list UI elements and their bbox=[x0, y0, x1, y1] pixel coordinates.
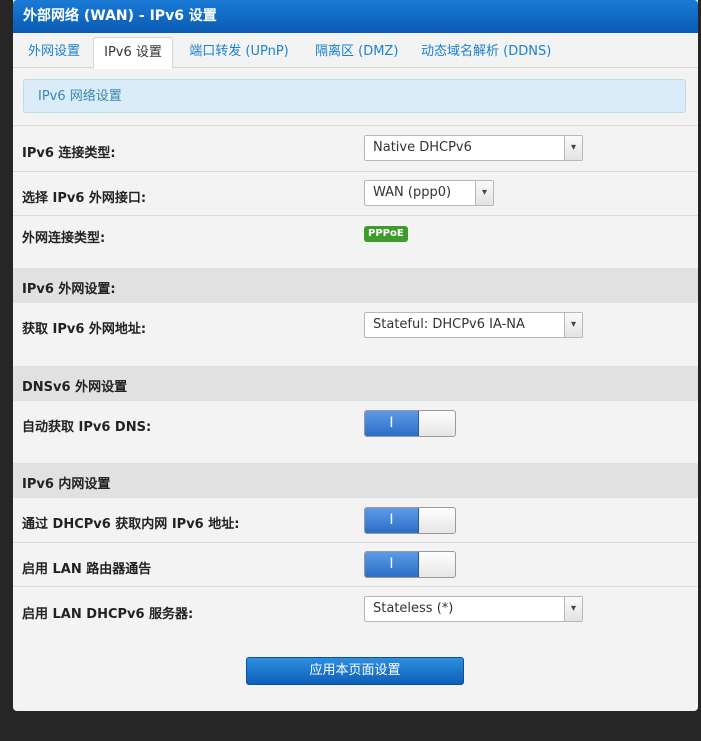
auto-dns-toggle[interactable]: I bbox=[364, 410, 456, 437]
wan-iface-label: 选择 IPv6 外网接口: bbox=[22, 191, 147, 206]
chevron-down-icon: ▾ bbox=[564, 136, 582, 160]
tab-ddns[interactable]: 动态域名解析 (DDNS) bbox=[421, 37, 551, 67]
section-dnsv6-title: DNSv6 外网设置 bbox=[22, 380, 128, 395]
row-lan-ra: 启用 LAN 路由器通告 I bbox=[13, 542, 698, 586]
wan-ipv6-panel: 外部网络 (WAN) - IPv6 设置 外网设置 IPv6 设置 端口转发 (… bbox=[13, 0, 698, 711]
section-ipv6-wan-title: IPv6 外网设置: bbox=[22, 282, 116, 297]
row-wan-addr: 获取 IPv6 外网地址: Stateful: DHCPv6 IA-NA ▾ bbox=[13, 303, 698, 366]
lan-dhcp-label: 通过 DHCPv6 获取内网 IPv6 地址: bbox=[22, 517, 240, 532]
tab-ipv6-settings[interactable]: IPv6 设置 bbox=[93, 37, 173, 69]
row-conn-type: IPv6 连接类型: Native DHCPv6 ▾ bbox=[13, 125, 698, 171]
row-wan-type: 外网连接类型: PPPoE bbox=[13, 215, 698, 268]
wan-iface-select[interactable]: WAN (ppp0) ▾ bbox=[364, 180, 494, 206]
pppoe-badge: PPPoE bbox=[364, 226, 408, 242]
row-lan-dhcp: 通过 DHCPv6 获取内网 IPv6 地址: I bbox=[13, 498, 698, 542]
section-ipv6-lan-title: IPv6 内网设置 bbox=[22, 477, 111, 492]
section-dnsv6: DNSv6 外网设置 bbox=[13, 366, 698, 401]
chevron-down-icon: ▾ bbox=[564, 313, 582, 337]
tab-dmz[interactable]: 隔离区 (DMZ) bbox=[315, 37, 398, 67]
chevron-down-icon: ▾ bbox=[564, 597, 582, 621]
apply-button[interactable]: 应用本页面设置 bbox=[246, 657, 464, 685]
panel-title: 外部网络 (WAN) - IPv6 设置 bbox=[13, 0, 698, 33]
lan-server-select[interactable]: Stateless (*) ▾ bbox=[364, 596, 583, 622]
toggle-on-indicator: I bbox=[365, 411, 419, 436]
wan-type-label: 外网连接类型: bbox=[22, 231, 106, 246]
row-wan-iface: 选择 IPv6 外网接口: WAN (ppp0) ▾ bbox=[13, 171, 698, 215]
lan-ra-label: 启用 LAN 路由器通告 bbox=[22, 562, 152, 577]
toggle-on-indicator: I bbox=[365, 508, 419, 533]
wan-iface-value: WAN (ppp0) bbox=[373, 185, 452, 200]
toggle-on-indicator: I bbox=[365, 552, 419, 577]
section-ipv6-wan: IPv6 外网设置: bbox=[13, 268, 698, 303]
wan-addr-label: 获取 IPv6 外网地址: bbox=[22, 322, 147, 337]
lan-server-value: Stateless (*) bbox=[373, 601, 454, 616]
tab-bar: 外网设置 IPv6 设置 端口转发 (UPnP) 隔离区 (DMZ) 动态域名解… bbox=[13, 33, 698, 69]
info-box: IPv6 网络设置 bbox=[23, 79, 686, 113]
wan-addr-select[interactable]: Stateful: DHCPv6 IA-NA ▾ bbox=[364, 312, 583, 338]
row-lan-server: 启用 LAN DHCPv6 服务器: Stateless (*) ▾ bbox=[13, 586, 698, 632]
lan-server-label: 启用 LAN DHCPv6 服务器: bbox=[22, 607, 194, 622]
tab-wan-settings[interactable]: 外网设置 bbox=[27, 37, 81, 67]
conn-type-label: IPv6 连接类型: bbox=[22, 146, 116, 161]
conn-type-value: Native DHCPv6 bbox=[373, 140, 472, 155]
wan-addr-value: Stateful: DHCPv6 IA-NA bbox=[373, 317, 525, 332]
section-ipv6-lan: IPv6 内网设置 bbox=[13, 463, 698, 498]
conn-type-select[interactable]: Native DHCPv6 ▾ bbox=[364, 135, 583, 161]
tab-port-forwarding[interactable]: 端口转发 (UPnP) bbox=[189, 37, 289, 67]
chevron-down-icon: ▾ bbox=[475, 181, 493, 205]
row-auto-dns: 自动获取 IPv6 DNS: I bbox=[13, 401, 698, 463]
lan-dhcp-toggle[interactable]: I bbox=[364, 507, 456, 534]
auto-dns-label: 自动获取 IPv6 DNS: bbox=[22, 420, 152, 435]
lan-ra-toggle[interactable]: I bbox=[364, 551, 456, 578]
